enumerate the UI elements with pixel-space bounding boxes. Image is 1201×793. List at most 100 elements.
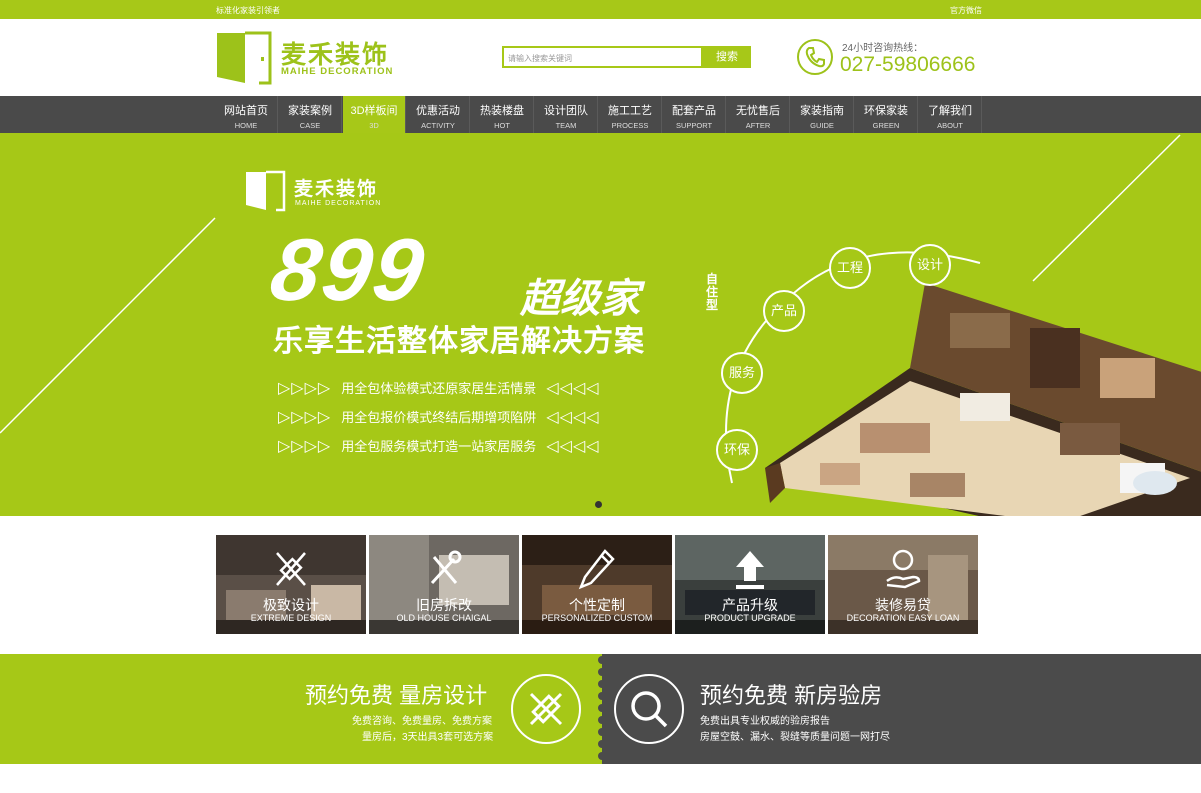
nav-item-support[interactable]: 配套产品 SUPPORT [663, 96, 726, 133]
arrow-right-icon: ▷▷▷▷ [278, 409, 332, 426]
nav-label: 施工工艺 [608, 105, 652, 117]
banner-logo-english: MAIHE DECORATION [295, 200, 382, 207]
site-logo[interactable]: 麦禾装饰 MAIHE DECORATION [215, 31, 415, 85]
service-subtitle: EXTREME DESIGN [250, 613, 332, 623]
service-subtitle: OLD HOUSE CHAIGAL [396, 613, 492, 623]
nav-label-en: TEAM [555, 121, 577, 130]
service-tile-loan[interactable]: 装修易贷 DECORATION EASY LOAN [828, 535, 978, 634]
nav-item-after[interactable]: 无忧售后 AFTER [727, 96, 790, 133]
service-subtitle: DECORATION EASY LOAN [846, 613, 960, 623]
nav-label: 了解我们 [928, 105, 972, 117]
nav-item-hot[interactable]: 热装楼盘 HOT [471, 96, 534, 133]
nav-label: 热装楼盘 [480, 105, 524, 117]
service-subtitle: PRODUCT UPGRADE [704, 613, 796, 623]
nav-item-3d[interactable]: 3D样板间 3D [343, 96, 406, 133]
nav-label-en: GUIDE [810, 121, 834, 130]
banner-subtitle: 乐享生活整体家居解决方案 [273, 325, 645, 358]
nav-label: 无忧售后 [736, 105, 780, 117]
nav-item-team[interactable]: 设计团队 TEAM [535, 96, 598, 133]
service-title: 装修易贷 [875, 597, 931, 613]
hotline: 24小时咨询热线： 027-59806666 [797, 39, 997, 79]
banner-side-text: 自住型 [706, 272, 719, 312]
hotline-number: 027-59806666 [840, 53, 976, 76]
service-title: 旧房拆改 [416, 597, 472, 613]
tag-product: 产品 [763, 290, 805, 332]
feature-text: 用全包报价模式终结后期增项陷阱 [341, 410, 537, 425]
nav-label: 家装案例 [288, 105, 332, 117]
service-title: 产品升级 [722, 597, 778, 613]
slider-dot[interactable] [595, 501, 602, 508]
top-bar: 标准化家装引领者 官方微信 [0, 0, 1201, 19]
nav-label-en: AFTER [745, 121, 771, 130]
nav-item-process[interactable]: 施工工艺 PROCESS [599, 96, 662, 133]
search-button[interactable]: 搜索 [703, 46, 751, 68]
header: 麦禾装饰 MAIHE DECORATION 请输入搜索关键词 搜索 24小时咨询… [0, 19, 1201, 96]
nav-label-en: ACTIVITY [421, 121, 455, 130]
nav-label: 设计团队 [544, 105, 588, 117]
search-input[interactable]: 请输入搜索关键词 [502, 46, 703, 68]
hero-banner[interactable]: 麦禾装饰 MAIHE DECORATION 899 超级家 自住型 乐享生活整体… [0, 133, 1201, 516]
nav-item-guide[interactable]: 家装指南 GUIDE [791, 96, 854, 133]
nav-label-en: SUPPORT [675, 121, 713, 130]
arrow-left-icon: ◁◁◁◁ [546, 409, 600, 426]
tools-icon [430, 550, 462, 585]
promo-measure-title: 预约免费 量房设计 [305, 683, 488, 708]
arrow-right-icon: ▷▷▷▷ [278, 438, 332, 455]
promo-inspection-line: 免费出具专业权威的验房报告 [700, 716, 830, 727]
nav-item-case[interactable]: 家装案例 CASE [279, 96, 342, 133]
service-subtitle: PERSONALIZED CUSTOM [541, 613, 653, 623]
service-tile-renovation[interactable]: 旧房拆改 OLD HOUSE CHAIGAL [369, 535, 519, 634]
logo-english: MAIHE DECORATION [281, 66, 394, 77]
nav-label-en: 3D [369, 121, 379, 130]
nav-item-about[interactable]: 了解我们 ABOUT [919, 96, 982, 133]
pencil-ruler-icon [276, 552, 306, 586]
pencil-ruler-icon [511, 674, 581, 744]
promo-measure[interactable]: 预约免费 量房设计 免费咨询、免费量房、免费方案 量房后，3天出具3套可选方案 [0, 654, 602, 764]
nav-label: 环保家装 [864, 105, 908, 117]
nav-label: 网站首页 [224, 105, 268, 117]
service-title: 个性定制 [569, 597, 625, 613]
nav-label-en: HOT [494, 121, 510, 130]
tag-engineering: 工程 [829, 247, 871, 289]
arrow-right-icon: ▷▷▷▷ [278, 380, 332, 397]
banner-logo-door-icon [246, 170, 286, 212]
phone-icon [797, 39, 833, 75]
service-tile-custom[interactable]: 个性定制 PERSONALIZED CUSTOM [522, 535, 672, 634]
search-bar: 请输入搜索关键词 搜索 [502, 46, 751, 68]
promo-section: 预约免费 量房设计 免费咨询、免费量房、免费方案 量房后，3天出具3套可选方案 … [0, 654, 1201, 764]
nav-label: 配套产品 [672, 105, 716, 117]
tag-service: 服务 [721, 352, 763, 394]
tag-design: 设计 [909, 244, 951, 286]
banner-feature: ▷▷▷▷ 用全包报价模式终结后期增项陷阱 ◁◁◁◁ [278, 407, 599, 427]
service-tile-upgrade[interactable]: 产品升级 PRODUCT UPGRADE [675, 535, 825, 634]
promo-measure-line: 量房后，3天出具3套可选方案 [362, 732, 494, 743]
service-tile-design[interactable]: 极致设计 EXTREME DESIGN [216, 535, 366, 634]
tag-eco: 环保 [716, 429, 758, 471]
nav-label: 优惠活动 [416, 105, 460, 117]
nav-item-home[interactable]: 网站首页 HOME [215, 96, 278, 133]
nav-label-en: ABOUT [937, 121, 963, 130]
hotline-label: 24小时咨询热线： [842, 43, 924, 54]
nav-item-green[interactable]: 环保家装 GREEN [855, 96, 918, 133]
promo-inspection-title: 预约免费 新房验房 [700, 683, 883, 708]
banner-logo-name: 麦禾装饰 [294, 179, 379, 200]
arrow-left-icon: ◁◁◁◁ [546, 380, 600, 397]
banner-feature: ▷▷▷▷ 用全包体验模式还原家居生活情景 ◁◁◁◁ [278, 378, 599, 398]
feature-text: 用全包体验模式还原家居生活情景 [341, 381, 537, 396]
nav-label-en: PROCESS [611, 121, 649, 130]
logo-door-icon [217, 31, 272, 85]
nav-label: 3D样板间 [350, 105, 398, 117]
pencil-icon [578, 549, 615, 590]
promo-inspection[interactable]: 预约免费 新房验房 免费出具专业权威的验房报告 房屋空鼓、漏水、裂缝等质量问题一… [602, 654, 1201, 764]
arrow-left-icon: ◁◁◁◁ [546, 438, 600, 455]
promo-measure-line: 免费咨询、免费量房、免费方案 [352, 716, 492, 727]
main-nav: 网站首页 HOME 家装案例 CASE 3D样板间 3D 优惠活动 ACTIVITY 热… [0, 96, 1201, 133]
search-icon [614, 674, 684, 744]
nav-label-en: HOME [234, 121, 258, 130]
service-title: 极致设计 [263, 597, 319, 613]
upload-icon [736, 551, 764, 589]
nav-item-activity[interactable]: 优惠活动 ACTIVITY [407, 96, 470, 133]
nav-label-en: GREEN [872, 121, 900, 130]
wechat-link[interactable]: 官方微信 [950, 5, 982, 16]
slogan-text: 标准化家装引领者 [216, 6, 280, 15]
